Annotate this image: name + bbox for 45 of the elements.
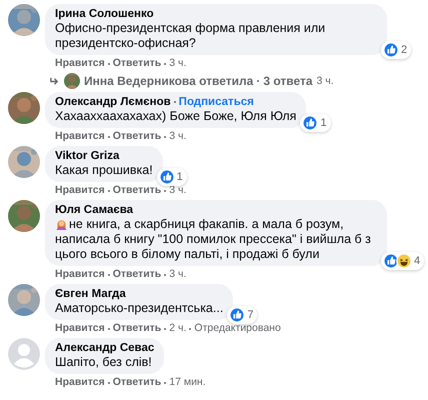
author-name[interactable]: Юля Самаєва (55, 203, 134, 217)
author-name[interactable]: Олександр Лємєнов (55, 95, 171, 109)
reaction-badge[interactable]: 4 (381, 252, 424, 270)
comment-text: Какая прошивка! (55, 163, 153, 178)
like-link[interactable]: Нравится (55, 322, 105, 335)
author-name[interactable]: Viktor Griza (55, 149, 120, 163)
reply-link[interactable]: Ответить (112, 268, 162, 281)
comment-time: 2 ч. (169, 322, 186, 335)
laughing-face-icon (396, 253, 412, 269)
replied-by-link[interactable]: Инна Ведерникова ответила (84, 74, 254, 88)
follow-link[interactable]: Подписаться (178, 95, 254, 109)
like-link[interactable]: Нравится (55, 376, 105, 389)
comment-time: 3 ч. (169, 268, 186, 281)
comment-text: Шапіто, без слів! (55, 355, 153, 370)
comment-text: Аматорсько-президентська... (55, 301, 224, 316)
reaction-badge[interactable]: 2 (381, 41, 412, 59)
like-link[interactable]: Нравится (55, 268, 105, 281)
author-name[interactable]: Євген Магда (55, 287, 126, 301)
like-link[interactable]: Нравится (55, 57, 105, 70)
like-icon (229, 307, 246, 323)
reply-link[interactable]: Ответить (112, 376, 162, 389)
comment-time: 3 ч. (169, 57, 186, 70)
reaction-badge[interactable]: 1 (300, 114, 331, 132)
comment-time: 17 мин. (169, 376, 206, 389)
like-link[interactable]: Нравится (55, 184, 105, 197)
edited-label: Отредактировано (194, 322, 281, 335)
view-replies-link[interactable]: 3 ответа (263, 74, 313, 88)
reply-link[interactable]: Ответить (112, 184, 162, 197)
comment-text: Хахааххаахахахах) Боже Боже, Юля Юля (55, 109, 296, 124)
reaction-badge[interactable]: 1 (156, 168, 187, 186)
reply-arrow-icon (49, 76, 60, 86)
comment-text: Офисно-президентская форма правления или президентско-офисная? (55, 21, 326, 51)
author-name[interactable]: Александр Севас (55, 341, 154, 355)
reply-link[interactable]: Ответить (112, 322, 162, 335)
reply-time: 3 ч. (316, 75, 334, 87)
like-icon (383, 42, 399, 58)
author-name[interactable]: Ірина Солошенко (55, 7, 154, 21)
reaction-badge[interactable]: 7 (227, 306, 258, 324)
comment-time: 3 ч. (169, 130, 186, 143)
like-icon (302, 115, 318, 131)
reply-link[interactable]: Ответить (112, 130, 162, 143)
reply-link[interactable]: Ответить (112, 57, 162, 70)
like-link[interactable]: Нравится (55, 130, 105, 143)
like-icon (158, 169, 175, 185)
comment-text: не книга, а скарбниця факапів. а мала б розум, написала б книгу "100 помилок прессека" і вийшла б з цього всього в білому пальті, і продажі б були (55, 217, 372, 262)
